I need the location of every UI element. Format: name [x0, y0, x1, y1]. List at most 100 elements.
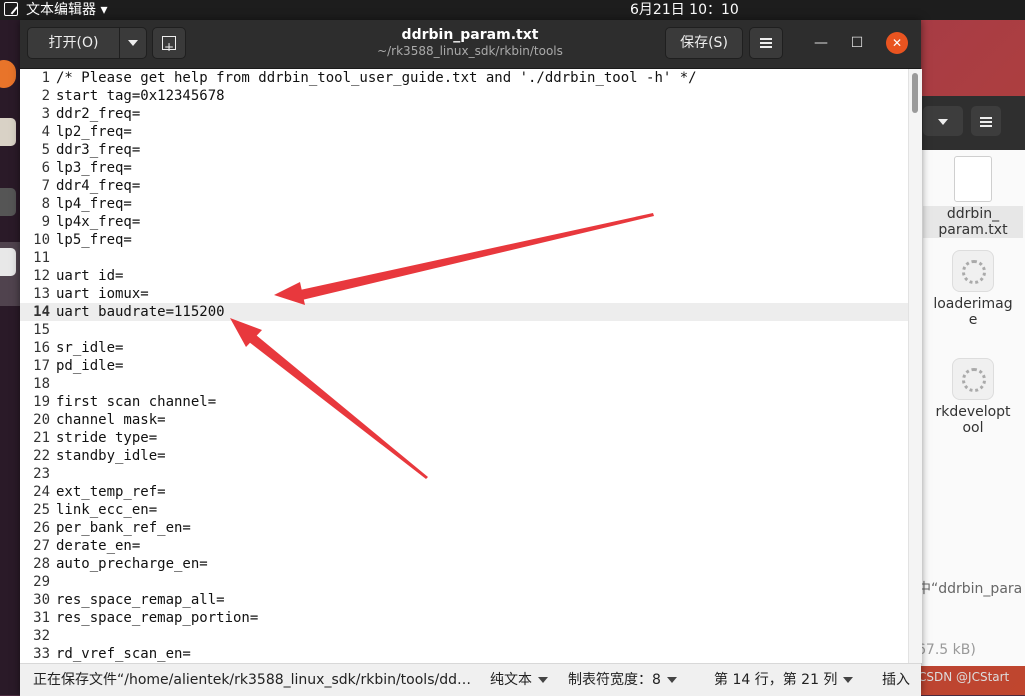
editor-line[interactable]: 21 stride type= — [20, 429, 908, 447]
line-text[interactable]: ddr3_freq= — [56, 141, 140, 159]
editor-line[interactable]: 30 res_space_remap_all= — [20, 591, 908, 609]
app-menu[interactable]: 文本编辑器 ▾ — [26, 0, 107, 20]
line-number: 5 — [41, 142, 50, 158]
terminal-icon[interactable] — [0, 188, 16, 216]
editor-line[interactable]: 32 — [20, 627, 908, 645]
editor-line[interactable]: 27 derate_en= — [20, 537, 908, 555]
line-number: 19 — [33, 394, 50, 410]
editor-line[interactable]: 25 link_ecc_en= — [20, 501, 908, 519]
firefox-icon[interactable] — [0, 60, 16, 88]
editor-line[interactable]: 17 pd_idle= — [20, 357, 908, 375]
line-number: 24 — [33, 484, 50, 500]
editor-line[interactable]: 28 auto_precharge_en= — [20, 555, 908, 573]
editor-line[interactable]: 31 res_space_remap_portion= — [20, 609, 908, 627]
line-text[interactable]: lp4x_freq= — [56, 213, 140, 231]
line-text[interactable]: ddr2_freq= — [56, 105, 140, 123]
line-text[interactable]: ddr4_freq= — [56, 177, 140, 195]
cursor-position-selector[interactable]: 第 14 行，第 21 列 — [714, 664, 854, 696]
line-text[interactable]: uart baudrate=115200 — [56, 303, 225, 321]
line-text[interactable]: /* Please get help from ddrbin_tool_user… — [56, 69, 697, 87]
line-text[interactable]: res_space_remap_portion= — [56, 609, 258, 627]
editor-line[interactable]: 18 — [20, 375, 908, 393]
vertical-scrollbar[interactable] — [908, 69, 922, 663]
line-number: 33 — [33, 646, 50, 662]
line-text[interactable]: sr_idle= — [56, 339, 123, 357]
line-text[interactable]: stride type= — [56, 429, 157, 447]
menu-button[interactable] — [971, 106, 1001, 136]
editor-line[interactable]: 11 — [20, 249, 908, 267]
file-item-label: loaderimag e — [933, 296, 1013, 328]
editor-line[interactable]: 5 ddr3_freq= — [20, 141, 908, 159]
new-tab-button[interactable] — [152, 27, 186, 62]
line-text[interactable]: res_space_remap_all= — [56, 591, 225, 609]
editor-line[interactable]: 7 ddr4_freq= — [20, 177, 908, 195]
line-text[interactable]: per_bank_ref_en= — [56, 519, 191, 537]
line-text[interactable]: lp4_freq= — [56, 195, 132, 213]
editor-line[interactable]: 4 lp2_freq= — [20, 123, 908, 141]
main-menu-button[interactable] — [749, 27, 783, 59]
open-dropdown-button[interactable] — [119, 27, 147, 59]
line-text[interactable]: derate_en= — [56, 537, 140, 555]
line-number: 28 — [33, 556, 50, 572]
line-text[interactable]: channel mask= — [56, 411, 166, 429]
file-item-rkdeveloptool[interactable]: rkdevelopt ool — [923, 358, 1023, 436]
cursor-position-label: 第 14 行，第 21 列 — [714, 672, 838, 688]
file-manager-status: 中“ddrbin_para — [917, 581, 1023, 597]
line-number: 25 — [33, 502, 50, 518]
files-icon[interactable] — [0, 118, 16, 146]
editor-line[interactable]: 33 rd_vref_scan_en= — [20, 645, 908, 663]
editor-line[interactable]: 3 ddr2_freq= — [20, 105, 908, 123]
line-text[interactable]: lp3_freq= — [56, 159, 132, 177]
line-number: 10 — [33, 232, 50, 248]
dock — [0, 20, 22, 695]
clock[interactable]: 6月21日 10：10 — [630, 0, 739, 20]
editor-line[interactable]: 14 uart baudrate=115200 — [20, 303, 908, 321]
line-number: 18 — [33, 376, 50, 392]
line-text[interactable]: auto_precharge_en= — [56, 555, 208, 573]
line-text[interactable]: pd_idle= — [56, 357, 123, 375]
editor-line[interactable]: 9 lp4x_freq= — [20, 213, 908, 231]
editor-line[interactable]: 22 standby_idle= — [20, 447, 908, 465]
line-text[interactable]: uart iomux= — [56, 285, 149, 303]
editor-line[interactable]: 26 per_bank_ref_en= — [20, 519, 908, 537]
line-text[interactable]: first scan channel= — [56, 393, 216, 411]
line-text[interactable]: link_ecc_en= — [56, 501, 157, 519]
editor-line[interactable]: 16 sr_idle= — [20, 339, 908, 357]
editor-line[interactable]: 6 lp3_freq= — [20, 159, 908, 177]
view-options-button[interactable] — [923, 106, 963, 136]
syntax-selector[interactable]: 纯文本 — [490, 664, 548, 696]
line-text[interactable]: uart id= — [56, 267, 123, 285]
editor-line[interactable]: 24 ext_temp_ref= — [20, 483, 908, 501]
editor-line[interactable]: 20 channel mask= — [20, 411, 908, 429]
editor-line[interactable]: 12 uart id= — [20, 267, 908, 285]
text-view[interactable]: 1 /* Please get help from ddrbin_tool_use… — [20, 69, 908, 663]
editor-line[interactable]: 15 — [20, 321, 908, 339]
editor-line[interactable]: 29 — [20, 573, 908, 591]
insert-mode[interactable]: 插入 — [882, 664, 910, 696]
file-item-ddrbin-param[interactable]: ddrbin_ param.txt — [923, 156, 1023, 238]
line-text[interactable]: rd_vref_scan_en= — [56, 645, 191, 663]
executable-icon — [952, 358, 994, 400]
editor-line[interactable]: 13 uart iomux= — [20, 285, 908, 303]
editor-line[interactable]: 19 first scan channel= — [20, 393, 908, 411]
text-editor-icon[interactable] — [0, 248, 16, 276]
file-size-text: 67.5 kB) — [917, 642, 976, 658]
editor-line[interactable]: 1 /* Please get help from ddrbin_tool_use… — [20, 69, 908, 87]
line-text[interactable]: lp2_freq= — [56, 123, 132, 141]
close-button[interactable]: ✕ — [886, 32, 908, 54]
editor-line[interactable]: 8 lp4_freq= — [20, 195, 908, 213]
minimize-button[interactable]: — — [810, 32, 832, 54]
line-text[interactable]: lp5_freq= — [56, 231, 132, 249]
tab-width-selector[interactable]: 制表符宽度：8 — [568, 664, 677, 696]
line-text[interactable]: ext_temp_ref= — [56, 483, 166, 501]
save-button[interactable]: 保存(S) — [665, 27, 743, 59]
line-text[interactable]: start tag=0x12345678 — [56, 87, 225, 105]
line-text[interactable]: standby_idle= — [56, 447, 166, 465]
file-item-loaderimage[interactable]: loaderimag e — [923, 250, 1023, 328]
editor-line[interactable]: 10 lp5_freq= — [20, 231, 908, 249]
open-button[interactable]: 打开(O) — [27, 27, 120, 59]
editor-line[interactable]: 2 start tag=0x12345678 — [20, 87, 908, 105]
scrollbar-thumb[interactable] — [912, 73, 918, 113]
maximize-button[interactable]: ☐ — [846, 32, 868, 54]
editor-line[interactable]: 23 — [20, 465, 908, 483]
